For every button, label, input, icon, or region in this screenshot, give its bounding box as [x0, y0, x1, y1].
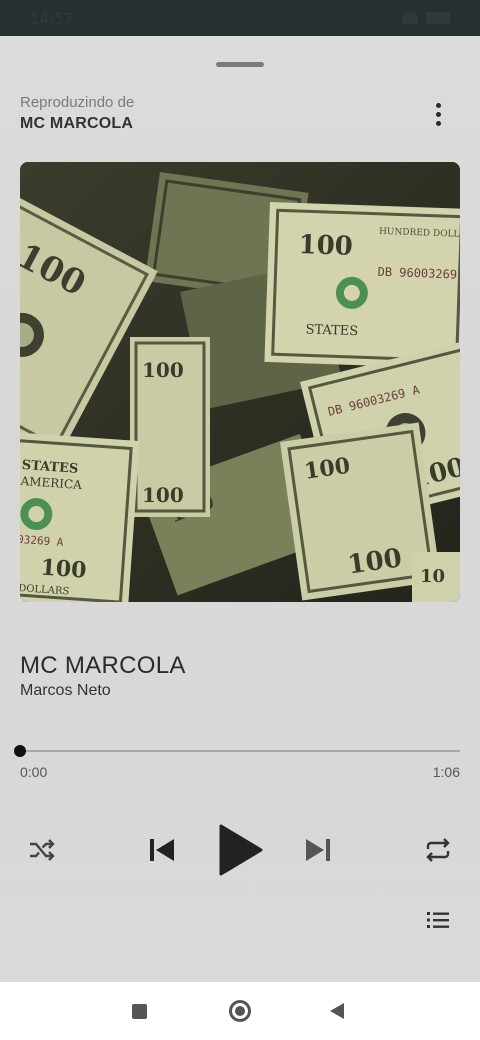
recents-button[interactable] [132, 1004, 147, 1019]
play-icon [219, 824, 263, 876]
queue-button[interactable] [424, 908, 452, 932]
progress-bar[interactable] [14, 745, 460, 757]
now-playing-sheet: Reproduzindo de MC MARCOLA 100 100 HUNDR… [0, 36, 480, 982]
time-elapsed: 0:00 [20, 764, 48, 780]
track-title: MC MARCOLA [20, 652, 186, 679]
playing-from-label: Reproduzindo de [20, 94, 135, 111]
track-artist[interactable]: Marcos Neto [20, 682, 111, 700]
skip-next-icon [306, 839, 330, 861]
album-art-image: 100 100 096003269 A 100 HUNDRED DOLLARS … [20, 162, 460, 602]
skip-next-button[interactable] [302, 834, 334, 866]
more-vert-icon [435, 102, 441, 108]
time-total: 1:06 [432, 764, 460, 780]
playing-from-title[interactable]: MC MARCOLA [20, 115, 133, 133]
shuffle-button[interactable] [26, 836, 58, 864]
system-nav-bar [0, 982, 480, 1040]
shuffle-icon [30, 839, 55, 861]
repeat-icon [426, 838, 450, 862]
battery-icon [426, 12, 450, 24]
queue-icon [427, 912, 449, 928]
svg-text:STATES: STATES [305, 322, 358, 339]
more-options-button[interactable] [424, 100, 452, 128]
status-icons [370, 11, 450, 25]
svg-text:100: 100 [142, 483, 184, 507]
status-time: 14:57 [30, 10, 74, 28]
album-art: 100 100 096003269 A 100 HUNDRED DOLLARS … [20, 162, 460, 602]
svg-text:100: 100 [142, 358, 184, 382]
play-button[interactable] [214, 824, 266, 876]
repeat-button[interactable] [422, 836, 454, 864]
skip-previous-button[interactable] [146, 834, 178, 866]
svg-text:100: 100 [298, 230, 353, 262]
svg-text:100: 100 [40, 554, 88, 583]
drag-handle[interactable] [216, 62, 264, 67]
back-button[interactable] [330, 1003, 344, 1019]
home-button[interactable] [229, 1000, 251, 1022]
home-icon [235, 1006, 245, 1016]
status-bar: 14:57 [0, 0, 480, 36]
svg-text:10: 10 [420, 566, 445, 587]
skip-previous-icon [150, 839, 174, 861]
wifi-icon [402, 12, 418, 24]
progress-thumb[interactable] [14, 745, 26, 757]
